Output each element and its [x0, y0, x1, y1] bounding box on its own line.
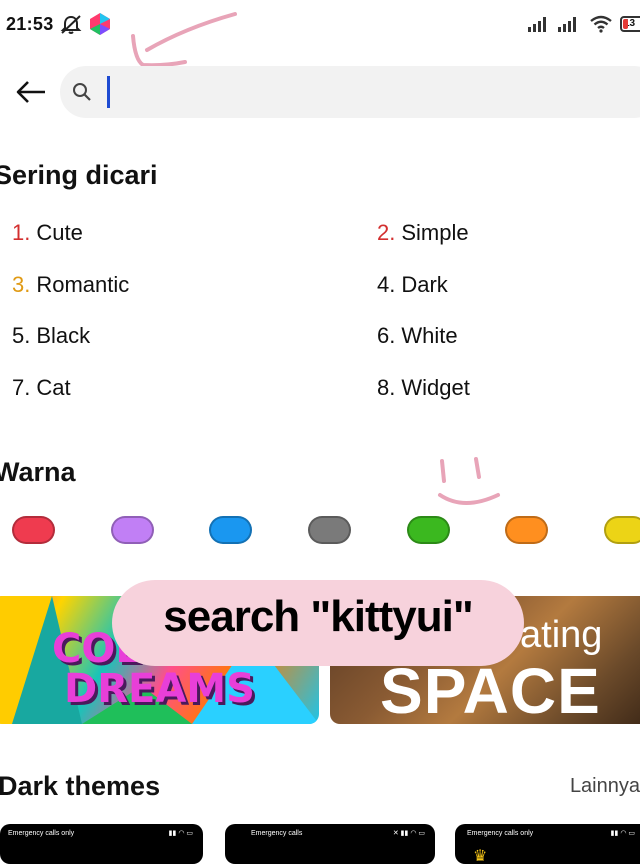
popular-item-black[interactable]: 5. Black	[12, 323, 90, 349]
back-arrow-icon[interactable]	[14, 78, 48, 106]
search-input[interactable]	[114, 72, 618, 114]
thumb-status-text: Emergency calls only	[467, 830, 534, 837]
bell-off-icon	[60, 15, 82, 34]
popular-item-number: 2.	[377, 220, 396, 245]
popular-item-label: White	[401, 323, 458, 348]
banner-title-line2: DREAMS	[64, 666, 255, 712]
signal-icon	[528, 17, 546, 32]
color-swatch-red[interactable]	[12, 516, 55, 544]
popular-item-number: 7.	[12, 375, 31, 400]
popular-item-number: 5.	[12, 323, 31, 348]
popular-item-number: 4.	[377, 272, 396, 297]
popular-item-number: 6.	[377, 323, 396, 348]
battery-indicator: 13	[620, 16, 640, 32]
popular-item-simple[interactable]: 2. Simple	[377, 220, 469, 246]
thumb-status-icons: ▮▮ ◠ ▭	[610, 830, 635, 837]
thumb-status-icons: ▮▮ ◠ ▭	[168, 830, 193, 837]
wifi-icon	[590, 15, 612, 33]
popular-item-number: 3.	[12, 272, 31, 297]
popular-item-label: Cute	[36, 220, 83, 245]
popular-item-cat[interactable]: 7. Cat	[12, 375, 71, 401]
popular-item-label: Cat	[36, 375, 71, 400]
colors-title: Warna	[0, 457, 76, 487]
dark-themes-title: Dark themes	[0, 771, 161, 801]
popular-item-romantic[interactable]: 3. Romantic	[12, 272, 129, 298]
text-cursor	[107, 76, 110, 108]
popular-item-cute[interactable]: 1. Cute	[12, 220, 83, 246]
smiley-doodle	[438, 457, 500, 505]
color-swatch-yellow[interactable]	[604, 516, 640, 544]
signal-icon-2	[558, 17, 576, 32]
popular-searches-title: Sering dicari	[0, 160, 158, 190]
banner-title-line1: ating	[520, 614, 603, 656]
theme-thumbnail[interactable]: Emergency calls only ▮▮ ◠ ▭ ♛	[455, 824, 640, 865]
app-notification-icon	[90, 13, 110, 35]
popular-item-label: Black	[36, 323, 91, 348]
popular-item-white[interactable]: 6. White	[377, 323, 458, 349]
popular-item-label: Romantic	[36, 272, 130, 297]
thumb-status-text: Emergency calls only	[8, 830, 75, 837]
popular-item-label: Dark	[401, 272, 448, 297]
popular-item-number: 1.	[12, 220, 31, 245]
popular-item-number: 8.	[377, 375, 396, 400]
color-swatch-blue[interactable]	[209, 516, 252, 544]
thumb-status-text: Emergency calls	[251, 830, 303, 837]
color-swatch-gray[interactable]	[308, 516, 351, 544]
popular-item-label: Simple	[401, 220, 469, 245]
popular-item-widget[interactable]: 8. Widget	[377, 375, 470, 401]
popular-item-dark[interactable]: 4. Dark	[377, 272, 448, 298]
thumb-status-icons: ✕ ▮▮ ◠ ▭	[392, 830, 425, 837]
color-swatch-green[interactable]	[407, 516, 450, 544]
color-swatch-orange[interactable]	[505, 516, 548, 544]
theme-thumbnail[interactable]: Emergency calls only ▮▮ ◠ ▭	[0, 824, 203, 864]
search-icon	[73, 83, 91, 101]
see-more-link[interactable]: Lainnya	[570, 775, 640, 798]
caption-text: search "kittyui"	[163, 592, 473, 641]
arrow-doodle	[131, 12, 237, 68]
theme-thumbnail[interactable]: Emergency calls ✕ ▮▮ ◠ ▭	[225, 824, 435, 864]
crown-icon: ♛	[473, 848, 488, 865]
popular-item-label: Widget	[401, 375, 470, 400]
color-swatch-purple[interactable]	[111, 516, 154, 544]
status-time: 21:53	[6, 14, 54, 34]
